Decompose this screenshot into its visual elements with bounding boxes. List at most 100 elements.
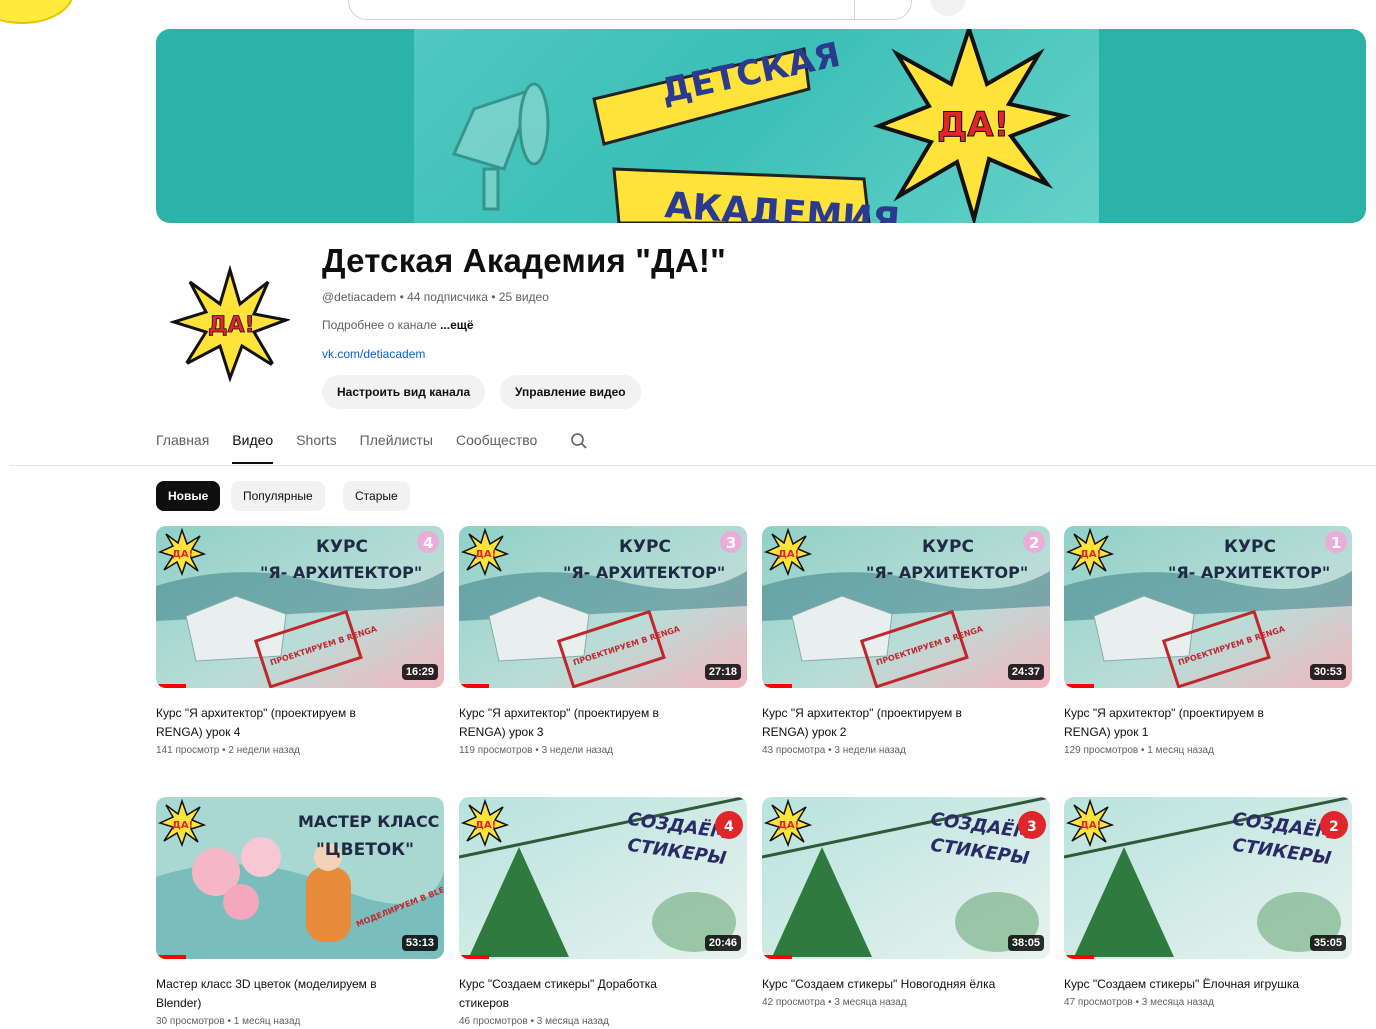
search-separator <box>854 0 855 19</box>
meta-separator: • <box>1138 745 1148 756</box>
voice-search-button[interactable] <box>930 0 966 16</box>
video-card[interactable]: ДА! КУРС "Я- АРХИТЕКТОР" ПРОЕКТИРУЕМ В R… <box>459 526 747 756</box>
channel-banner: ДЕТСКАЯ АКАДЕМИЯ ДА! <box>156 29 1366 223</box>
channel-link[interactable]: vk.com/detiacadem <box>322 347 425 361</box>
watch-progress <box>459 955 489 959</box>
video-thumbnail[interactable]: ДА! СОЗДАЁМ СТИКЕРЫ 4 20:46 <box>459 797 747 959</box>
tab-home[interactable]: Главная <box>156 432 209 464</box>
channel-tabs: Главная Видео Shorts Плейлисты Сообществ… <box>156 432 588 464</box>
video-card[interactable]: ДА! КУРС "Я- АРХИТЕКТОР" ПРОЕКТИРУЕМ В R… <box>1064 526 1352 756</box>
video-age: 3 месяца назад <box>536 1016 609 1027</box>
video-age: 3 недели назад <box>834 745 906 756</box>
thumb-badge: 4 <box>724 819 734 835</box>
video-title[interactable]: Курс "Я архитектор" (проектируем в RENGA… <box>156 704 396 742</box>
thumb-title: КУРС <box>922 537 974 557</box>
banner-illustration: ДЕТСКАЯ АКАДЕМИЯ ДА! <box>451 29 1072 223</box>
thumb-badge: 3 <box>726 534 736 552</box>
megaphone-icon <box>451 82 550 211</box>
chip-popular[interactable]: Популярные <box>231 481 325 511</box>
video-card[interactable]: ДА! СОЗДАЁМ СТИКЕРЫ 3 38:05 Курс "Создаем … <box>762 797 1050 1008</box>
thumb-badge: 1 <box>1331 534 1341 552</box>
video-age: 2 недели назад <box>228 745 300 756</box>
channel-meta: @detiacadem • 44 подписчика • 25 видео <box>322 290 549 304</box>
tab-community[interactable]: Сообщество <box>456 432 537 464</box>
video-count: 25 видео <box>498 290 549 304</box>
video-views: 129 просмотров <box>1064 745 1139 756</box>
thumb-logo-text: ДА! <box>172 820 193 831</box>
thumb-logo-text: ДА! <box>778 549 799 560</box>
thumb-title: КУРС <box>619 537 671 557</box>
video-meta: 141 просмотр • 2 недели назад <box>156 745 444 756</box>
video-age: 1 месяц назад <box>233 1016 301 1027</box>
tab-videos[interactable]: Видео <box>232 432 274 464</box>
watch-progress <box>762 684 792 688</box>
thumbnail-art: ДА! СОЗДАЁМ СТИКЕРЫ 3 <box>762 797 1050 959</box>
video-card[interactable]: ДА! СОЗДАЁМ СТИКЕРЫ 2 35:05 Курс "Создаем … <box>1064 797 1352 1008</box>
video-thumbnail[interactable]: ДА! СОЗДАЁМ СТИКЕРЫ 3 38:05 <box>762 797 1050 959</box>
search-icon[interactable] <box>570 432 588 450</box>
tabs-divider <box>10 465 1376 466</box>
meta-separator: • <box>532 745 542 756</box>
video-duration: 24:37 <box>1007 664 1044 680</box>
video-duration: 35:05 <box>1309 935 1346 951</box>
video-thumbnail[interactable]: ДА! КУРС "Я- АРХИТЕКТОР" ПРОЕКТИРУЕМ В R… <box>1064 526 1352 688</box>
video-meta: 46 просмотров • 3 месяца назад <box>459 1016 747 1027</box>
thumb-subtitle: "Я- АРХИТЕКТОР" <box>260 563 422 582</box>
about-more[interactable]: ...ещё <box>440 318 473 332</box>
meta-separator: • <box>487 290 499 304</box>
channel-avatar[interactable]: ДА! <box>170 262 290 382</box>
thumb-title: КУРС <box>1224 537 1276 557</box>
video-views: 46 просмотров <box>459 1016 528 1027</box>
thumb-title: МАСТЕР КЛАСС <box>298 812 439 831</box>
thumb-logo-text: ДА! <box>475 820 496 831</box>
banner-art: ДЕТСКАЯ АКАДЕМИЯ ДА! <box>414 29 1099 223</box>
video-thumbnail[interactable]: ДА! МАСТЕР КЛАСС "ЦВЕТОК" МОДЕЛИРУЕМ В B… <box>156 797 444 959</box>
video-meta: 30 просмотров • 1 месяц назад <box>156 1016 444 1027</box>
video-title[interactable]: Курс "Создаем стикеры" Новогодняя ёлка <box>762 975 1002 994</box>
watch-progress <box>1064 684 1094 688</box>
video-thumbnail[interactable]: ДА! КУРС "Я- АРХИТЕКТОР" ПРОЕКТИРУЕМ В R… <box>156 526 444 688</box>
video-title[interactable]: Курс "Создаем стикеры" Ёлочная игрушка <box>1064 975 1304 994</box>
thumb-logo-text: ДА! <box>475 549 496 560</box>
thumb-logo-text: ДА! <box>1080 549 1101 560</box>
meta-separator: • <box>1132 997 1142 1008</box>
chip-oldest[interactable]: Старые <box>343 481 410 511</box>
tab-shorts[interactable]: Shorts <box>296 432 336 464</box>
thumb-badge: 2 <box>1029 534 1039 552</box>
video-card[interactable]: ДА! КУРС "Я- АРХИТЕКТОР" ПРОЕКТИРУЕМ В R… <box>762 526 1050 756</box>
thumb-badge: 3 <box>1027 819 1037 835</box>
video-card[interactable]: ДА! КУРС "Я- АРХИТЕКТОР" ПРОЕКТИРУЕМ В R… <box>156 526 444 756</box>
video-title[interactable]: Курс "Создаем стикеры" Доработка стикеро… <box>459 975 699 1013</box>
search-bar[interactable] <box>348 0 912 20</box>
corner-highlight <box>0 0 74 24</box>
video-views: 141 просмотр <box>156 745 220 756</box>
channel-title: Детская Академия "ДА!" <box>322 242 726 279</box>
video-views: 30 просмотров <box>156 1016 225 1027</box>
customize-channel-button[interactable]: Настроить вид канала <box>322 375 486 409</box>
thumbnail-art: ДА! МАСТЕР КЛАСС "ЦВЕТОК" МОДЕЛИРУЕМ В B… <box>156 797 444 959</box>
thumb-badge: 4 <box>423 534 433 552</box>
video-thumbnail[interactable]: ДА! КУРС "Я- АРХИТЕКТОР" ПРОЕКТИРУЕМ В R… <box>762 526 1050 688</box>
channel-about[interactable]: Подробнее о канале ...ещё <box>322 318 474 332</box>
video-title[interactable]: Курс "Я архитектор" (проектируем в RENGA… <box>762 704 1002 742</box>
video-thumbnail[interactable]: ДА! КУРС "Я- АРХИТЕКТОР" ПРОЕКТИРУЕМ В R… <box>459 526 747 688</box>
thumbnail-art: ДА! КУРС "Я- АРХИТЕКТОР" ПРОЕКТИРУЕМ В R… <box>1064 526 1352 688</box>
chip-newest[interactable]: Новые <box>156 481 221 511</box>
watch-progress <box>459 684 489 688</box>
video-thumbnail[interactable]: ДА! СОЗДАЁМ СТИКЕРЫ 2 35:05 <box>1064 797 1352 959</box>
video-card[interactable]: ДА! СОЗДАЁМ СТИКЕРЫ 4 20:46 Курс "Создаем … <box>459 797 747 1027</box>
video-card[interactable]: ДА! МАСТЕР КЛАСС "ЦВЕТОК" МОДЕЛИРУЕМ В B… <box>156 797 444 1027</box>
video-age: 3 месяца назад <box>1141 997 1214 1008</box>
tab-playlists[interactable]: Плейлисты <box>360 432 433 464</box>
thumb-subtitle: "Я- АРХИТЕКТОР" <box>563 563 725 582</box>
thumbnail-art: ДА! КУРС "Я- АРХИТЕКТОР" ПРОЕКТИРУЕМ В R… <box>762 526 1050 688</box>
video-meta: 119 просмотров • 3 недели назад <box>459 745 747 756</box>
manage-videos-button[interactable]: Управление видео <box>500 375 641 409</box>
video-views: 43 просмотра <box>762 745 826 756</box>
thumb-subtitle: "Я- АРХИТЕКТОР" <box>1168 563 1330 582</box>
video-title[interactable]: Мастер класс 3D цветок (моделируем в Ble… <box>156 975 396 1013</box>
video-age: 3 месяца назад <box>834 997 907 1008</box>
thumb-subtitle: "Я- АРХИТЕКТОР" <box>866 563 1028 582</box>
video-title[interactable]: Курс "Я архитектор" (проектируем в RENGA… <box>1064 704 1304 742</box>
video-title[interactable]: Курс "Я архитектор" (проектируем в RENGA… <box>459 704 699 742</box>
